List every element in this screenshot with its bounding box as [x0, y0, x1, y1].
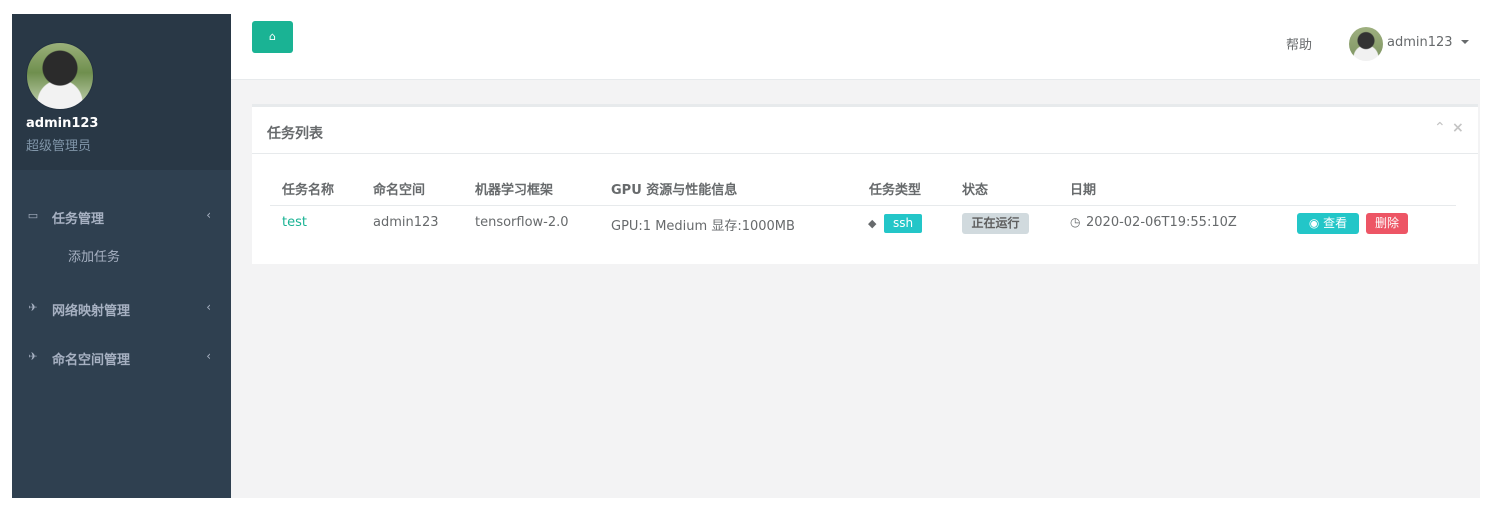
date-cell: 2020-02-06T19:55:10Z: [1086, 215, 1237, 230]
home-button[interactable]: ⌂: [252, 21, 293, 53]
sidebar-subitem-add-task[interactable]: 添加任务: [68, 246, 120, 265]
view-button-label: 查看: [1323, 216, 1348, 230]
sidebar-item-label: 命名空间管理: [52, 353, 131, 368]
table-header-divider: [270, 205, 1456, 206]
gpu-info-cell: GPU:1 Medium 显存:1000MB: [611, 219, 795, 234]
profile-role: 超级管理员: [26, 139, 92, 154]
task-type-badge: ssh: [884, 214, 922, 233]
chevron-left-icon: ‹: [206, 208, 211, 222]
top-navbar: ⌂ 帮助 admin123: [231, 14, 1480, 80]
profile-name[interactable]: admin123: [26, 116, 98, 131]
panel-title: 任务列表: [267, 126, 323, 142]
column-header-date: 日期: [1070, 183, 1097, 198]
task-list-panel: 任务列表 ⌃ × 任务名称 命名空间 机器学习框架 GPU 资源与性能信息 任务…: [252, 104, 1478, 264]
user-avatar[interactable]: [1349, 27, 1383, 61]
user-menu-name[interactable]: admin123: [1387, 35, 1453, 50]
home-icon: ⌂: [269, 30, 276, 43]
column-header-task-type: 任务类型: [869, 183, 922, 198]
sidebar-item-task-management[interactable]: ▭ 任务管理 ‹: [12, 197, 231, 237]
column-header-namespace: 命名空间: [373, 183, 426, 198]
view-button[interactable]: ◉ 查看: [1297, 213, 1359, 234]
sidebar: admin123 超级管理员 ▭ 任务管理 ‹ 添加任务 ✈ 网络映射管理 ‹ …: [12, 14, 231, 498]
sidebar-item-label: 网络映射管理: [52, 304, 131, 319]
help-link[interactable]: 帮助: [1286, 34, 1312, 53]
divider: [252, 153, 1478, 154]
column-header-task-name: 任务名称: [282, 183, 335, 198]
plane-icon: ✈: [28, 301, 38, 314]
status-badge: 正在运行: [962, 213, 1029, 234]
task-name-link[interactable]: test: [282, 215, 307, 230]
framework-cell: tensorflow-2.0: [475, 215, 569, 230]
column-header-framework: 机器学习框架: [475, 183, 554, 198]
clock-icon: ◷: [1070, 215, 1081, 229]
tag-icon: ◆: [868, 217, 877, 230]
chevron-left-icon: ‹: [206, 349, 211, 363]
chevron-left-icon: ‹: [206, 300, 211, 314]
inbox-icon: ▭: [27, 209, 39, 222]
sidebar-item-network-mapping[interactable]: ✈ 网络映射管理 ‹: [12, 289, 231, 329]
eye-icon: ◉: [1308, 216, 1320, 230]
column-header-gpu-info: GPU 资源与性能信息: [611, 183, 738, 198]
profile-section: admin123 超级管理员: [12, 14, 231, 170]
delete-button[interactable]: 删除: [1366, 213, 1408, 234]
sidebar-item-namespace-management[interactable]: ✈ 命名空间管理 ‹: [12, 338, 231, 378]
avatar[interactable]: [26, 42, 94, 110]
app-window: admin123 超级管理员 ▭ 任务管理 ‹ 添加任务 ✈ 网络映射管理 ‹ …: [12, 14, 1480, 498]
plane-icon: ✈: [28, 350, 38, 363]
close-icon[interactable]: ×: [1452, 120, 1464, 136]
caret-down-icon[interactable]: [1461, 40, 1469, 44]
sidebar-item-label: 任务管理: [52, 212, 105, 227]
column-header-status: 状态: [962, 183, 989, 198]
namespace-cell: admin123: [373, 215, 439, 230]
collapse-icon[interactable]: ⌃: [1434, 120, 1446, 136]
